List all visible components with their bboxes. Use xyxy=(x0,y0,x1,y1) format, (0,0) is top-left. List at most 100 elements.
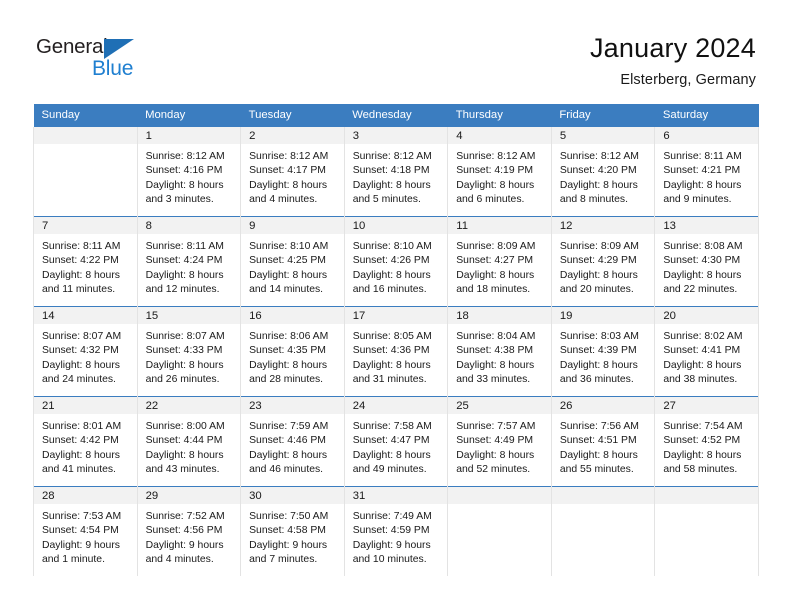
daylight-duration-line2: and 38 minutes. xyxy=(663,374,738,386)
calendar-week-row: 21 Sunrise: 8:01 AM Sunset: 4:42 PM Dayligh… xyxy=(33,396,759,487)
sunrise-time: Sunrise: 7:54 AM xyxy=(663,421,743,432)
calendar-day-cell[interactable]: 13 Sunrise: 8:08 AM Sunset: 4:30 PM Dayligh… xyxy=(654,216,759,307)
day-details: Sunrise: 7:52 AM Sunset: 4:56 PM Daylight:… xyxy=(138,504,241,568)
daylight-duration-line1: Daylight: 8 hours xyxy=(352,449,431,461)
calendar-day-cell[interactable]: 3 Sunrise: 8:12 AM Sunset: 4:18 PM Daylight… xyxy=(343,127,449,217)
daylight-duration-line1: Daylight: 8 hours xyxy=(352,179,431,191)
daylight-duration-line1: Daylight: 8 hours xyxy=(456,359,535,371)
day-number: 31 xyxy=(344,487,448,504)
day-details: Sunrise: 8:05 AM Sunset: 4:36 PM Daylight:… xyxy=(345,324,448,388)
sunrise-time: Sunrise: 8:04 AM xyxy=(456,331,536,342)
day-number: 19 xyxy=(551,307,655,324)
day-details: Sunrise: 8:09 AM Sunset: 4:27 PM Daylight:… xyxy=(448,234,551,298)
calendar-day-cell[interactable]: 9 Sunrise: 8:10 AM Sunset: 4:25 PM Daylight… xyxy=(240,216,345,307)
calendar-day-cell[interactable]: 23 Sunrise: 7:59 AM Sunset: 4:46 PM Dayligh… xyxy=(240,396,345,487)
sunset-time: Sunset: 4:49 PM xyxy=(456,435,534,447)
calendar-week-row: 14 Sunrise: 8:07 AM Sunset: 4:32 PM Dayligh… xyxy=(33,306,759,397)
day-number: 26 xyxy=(551,397,655,414)
day-number xyxy=(448,487,551,504)
general-blue-logo[interactable]: General Blue xyxy=(36,36,156,84)
calendar-day-cell[interactable]: 10 Sunrise: 8:10 AM Sunset: 4:26 PM Dayligh… xyxy=(343,216,449,307)
weekday-header-saturday: Saturday xyxy=(654,104,759,127)
calendar-day-cell[interactable]: 21 Sunrise: 8:01 AM Sunset: 4:42 PM Dayligh… xyxy=(33,396,138,487)
weekday-header-row: Sunday Monday Tuesday Wednesday Thursday… xyxy=(33,104,759,127)
day-number: 6 xyxy=(655,127,758,144)
calendar-day-cell[interactable]: 14 Sunrise: 8:07 AM Sunset: 4:32 PM Dayligh… xyxy=(33,306,138,397)
daylight-duration-line1: Daylight: 8 hours xyxy=(663,269,742,281)
sunrise-time: Sunrise: 8:00 AM xyxy=(145,421,225,432)
calendar-day-cell[interactable]: 12 Sunrise: 8:09 AM Sunset: 4:29 PM Dayligh… xyxy=(550,216,656,307)
sunrise-time: Sunrise: 7:59 AM xyxy=(249,421,329,432)
calendar-day-cell[interactable]: 17 Sunrise: 8:05 AM Sunset: 4:36 PM Dayligh… xyxy=(343,306,449,397)
calendar-day-cell[interactable]: 11 Sunrise: 8:09 AM Sunset: 4:27 PM Dayligh… xyxy=(447,216,552,307)
calendar-day-cell[interactable]: 4 Sunrise: 8:12 AM Sunset: 4:19 PM Daylight… xyxy=(447,127,552,217)
calendar-day-cell[interactable]: 30 Sunrise: 7:50 AM Sunset: 4:58 PM Dayligh… xyxy=(240,486,345,576)
calendar-day-cell-empty xyxy=(33,127,138,217)
calendar-day-cell[interactable]: 28 Sunrise: 7:53 AM Sunset: 4:54 PM Dayligh… xyxy=(33,486,138,576)
day-number: 13 xyxy=(655,217,758,234)
daylight-duration-line1: Daylight: 8 hours xyxy=(559,269,638,281)
daylight-duration-line2: and 28 minutes. xyxy=(249,374,324,386)
calendar-day-cell[interactable]: 22 Sunrise: 8:00 AM Sunset: 4:44 PM Dayligh… xyxy=(136,396,242,487)
daylight-duration-line1: Daylight: 8 hours xyxy=(249,449,328,461)
sunrise-time: Sunrise: 8:11 AM xyxy=(145,241,224,252)
weekday-header-tuesday: Tuesday xyxy=(240,104,345,127)
calendar-day-cell[interactable]: 18 Sunrise: 8:04 AM Sunset: 4:38 PM Dayligh… xyxy=(447,306,552,397)
day-details: Sunrise: 7:59 AM Sunset: 4:46 PM Daylight:… xyxy=(241,414,344,478)
sunrise-time: Sunrise: 8:07 AM xyxy=(42,331,122,342)
day-details: Sunrise: 7:50 AM Sunset: 4:58 PM Daylight:… xyxy=(241,504,344,568)
calendar-day-cell[interactable]: 7 Sunrise: 8:11 AM Sunset: 4:22 PM Daylight… xyxy=(33,216,138,307)
logo-text-blue: Blue xyxy=(92,57,134,80)
day-details: Sunrise: 8:10 AM Sunset: 4:26 PM Daylight:… xyxy=(345,234,448,298)
day-number: 21 xyxy=(34,397,137,414)
daylight-duration-line1: Daylight: 8 hours xyxy=(352,359,431,371)
day-details: Sunrise: 8:07 AM Sunset: 4:32 PM Daylight:… xyxy=(34,324,137,388)
calendar-day-cell[interactable]: 26 Sunrise: 7:56 AM Sunset: 4:51 PM Dayligh… xyxy=(550,396,656,487)
daylight-duration-line2: and 33 minutes. xyxy=(456,374,531,386)
sunset-time: Sunset: 4:58 PM xyxy=(249,525,326,537)
day-number: 14 xyxy=(34,307,137,324)
calendar-day-cell[interactable]: 29 Sunrise: 7:52 AM Sunset: 4:56 PM Dayligh… xyxy=(136,486,242,576)
calendar-day-cell[interactable]: 27 Sunrise: 7:54 AM Sunset: 4:52 PM Dayligh… xyxy=(654,396,759,487)
calendar-day-cell[interactable]: 24 Sunrise: 7:58 AM Sunset: 4:47 PM Dayligh… xyxy=(343,396,449,487)
calendar-day-cell[interactable]: 1 Sunrise: 8:12 AM Sunset: 4:16 PM Daylight… xyxy=(136,127,242,217)
day-number: 11 xyxy=(448,217,551,234)
weekday-header-thursday: Thursday xyxy=(447,104,552,127)
day-number: 12 xyxy=(551,217,655,234)
sunset-time: Sunset: 4:59 PM xyxy=(352,525,430,537)
day-number: 30 xyxy=(241,487,344,504)
calendar-day-cell[interactable]: 5 Sunrise: 8:12 AM Sunset: 4:20 PM Daylight… xyxy=(550,127,656,217)
sunrise-time: Sunrise: 7:52 AM xyxy=(145,511,225,522)
daylight-duration-line2: and 31 minutes. xyxy=(352,374,427,386)
day-details: Sunrise: 8:12 AM Sunset: 4:16 PM Daylight:… xyxy=(138,144,241,208)
daylight-duration-line2: and 52 minutes. xyxy=(456,464,531,476)
sunrise-time: Sunrise: 7:58 AM xyxy=(352,421,432,432)
calendar-day-cell-empty xyxy=(447,486,552,576)
calendar-day-cell[interactable]: 2 Sunrise: 8:12 AM Sunset: 4:17 PM Daylight… xyxy=(240,127,345,217)
daylight-duration-line1: Daylight: 8 hours xyxy=(145,179,224,191)
day-details: Sunrise: 8:12 AM Sunset: 4:20 PM Daylight:… xyxy=(552,144,655,208)
daylight-duration-line2: and 26 minutes. xyxy=(145,374,220,386)
day-details: Sunrise: 8:02 AM Sunset: 4:41 PM Daylight:… xyxy=(655,324,758,388)
daylight-duration-line2: and 12 minutes. xyxy=(145,284,220,296)
day-number: 23 xyxy=(241,397,344,414)
day-details: Sunrise: 7:57 AM Sunset: 4:49 PM Daylight:… xyxy=(448,414,551,478)
calendar-day-cell[interactable]: 8 Sunrise: 8:11 AM Sunset: 4:24 PM Daylight… xyxy=(136,216,242,307)
sunrise-time: Sunrise: 8:05 AM xyxy=(352,331,432,342)
sunset-time: Sunset: 4:56 PM xyxy=(145,525,223,537)
calendar-day-cell[interactable]: 16 Sunrise: 8:06 AM Sunset: 4:35 PM Dayligh… xyxy=(240,306,345,397)
calendar-day-cell[interactable]: 15 Sunrise: 8:07 AM Sunset: 4:33 PM Dayligh… xyxy=(136,306,242,397)
daylight-duration-line1: Daylight: 8 hours xyxy=(145,269,224,281)
day-number: 4 xyxy=(448,127,551,144)
calendar-day-cell[interactable]: 19 Sunrise: 8:03 AM Sunset: 4:39 PM Dayligh… xyxy=(550,306,656,397)
calendar-day-cell[interactable]: 31 Sunrise: 7:49 AM Sunset: 4:59 PM Dayligh… xyxy=(343,486,449,576)
calendar-day-cell[interactable]: 6 Sunrise: 8:11 AM Sunset: 4:21 PM Daylight… xyxy=(654,127,759,217)
sunset-time: Sunset: 4:54 PM xyxy=(42,525,119,537)
calendar-day-cell[interactable]: 25 Sunrise: 7:57 AM Sunset: 4:49 PM Dayligh… xyxy=(447,396,552,487)
daylight-duration-line1: Daylight: 8 hours xyxy=(145,449,224,461)
weekday-header-friday: Friday xyxy=(551,104,655,127)
daylight-duration-line1: Daylight: 9 hours xyxy=(42,539,120,551)
calendar-day-cell[interactable]: 20 Sunrise: 8:02 AM Sunset: 4:41 PM Dayligh… xyxy=(654,306,759,397)
calendar-week-row: 1 Sunrise: 8:12 AM Sunset: 4:16 PM Daylight… xyxy=(33,127,759,217)
sunset-time: Sunset: 4:33 PM xyxy=(145,345,223,357)
